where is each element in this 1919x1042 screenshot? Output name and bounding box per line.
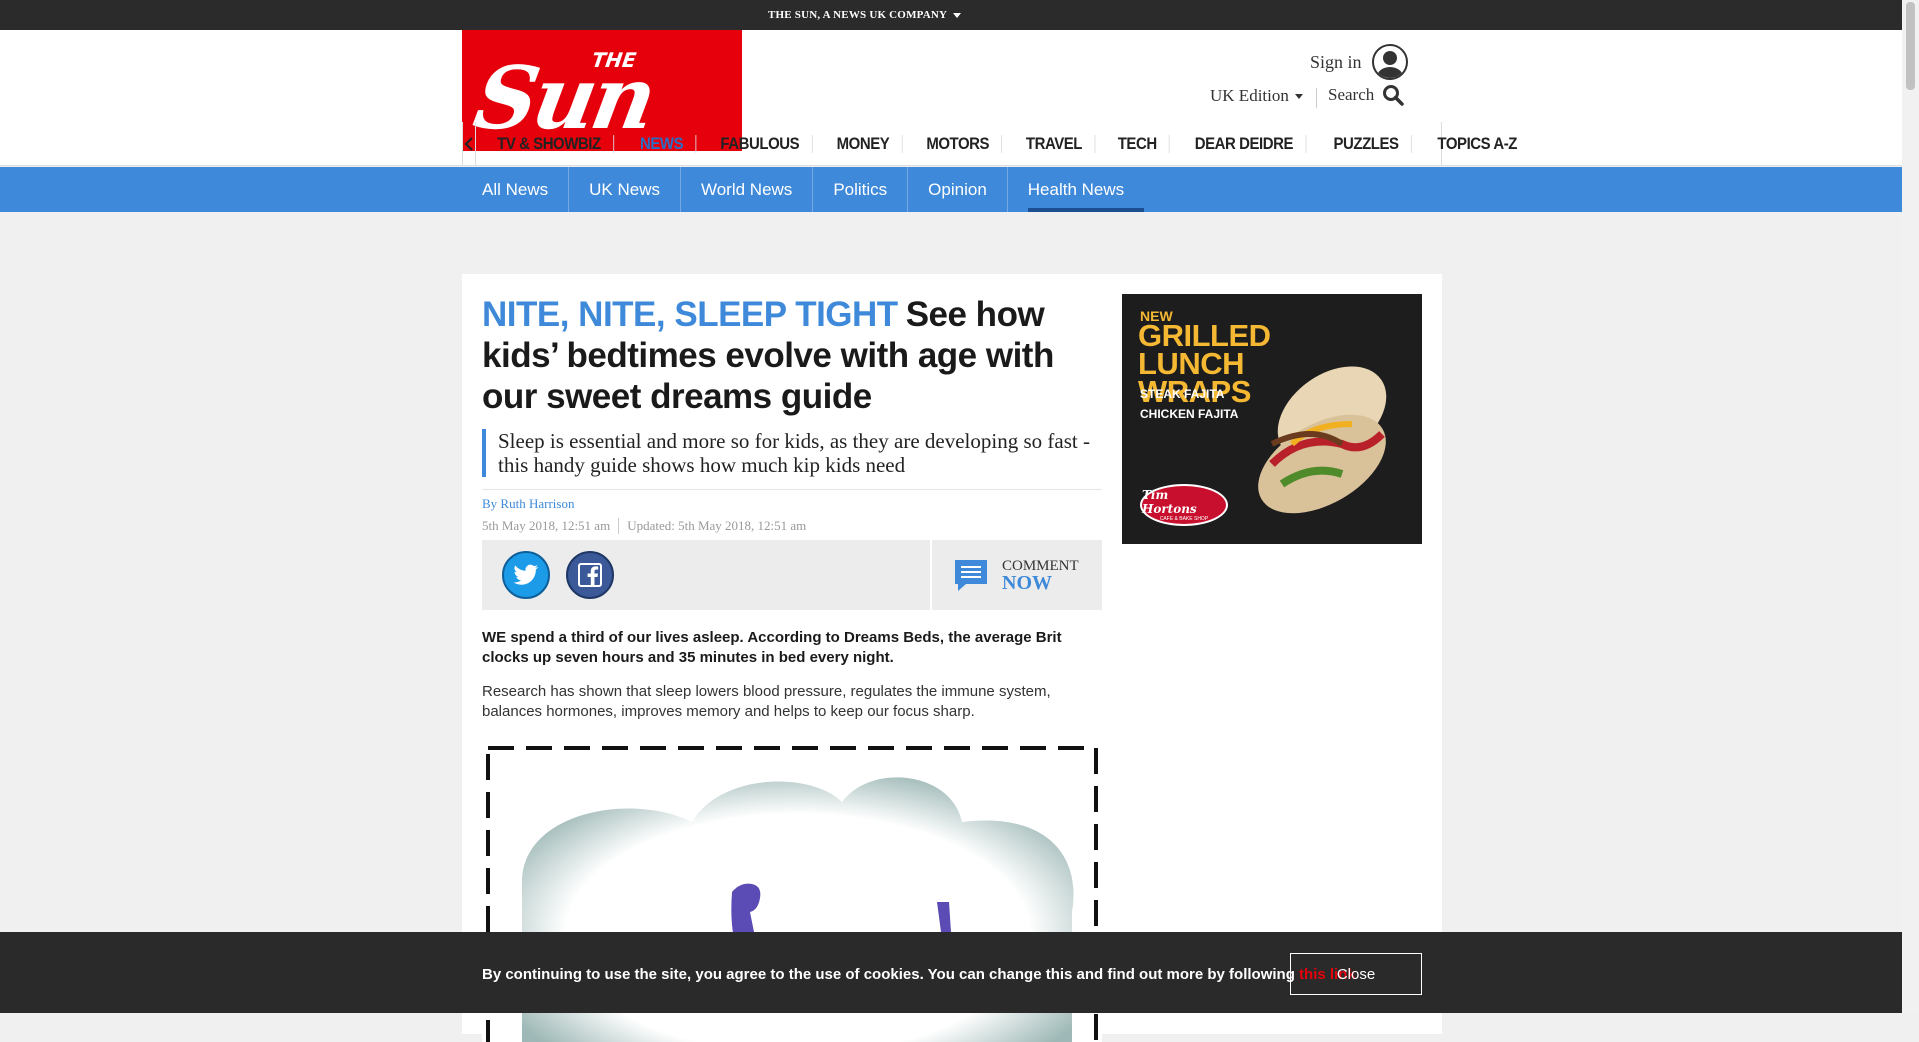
sign-in-button[interactable]: Sign in [1310,44,1408,80]
ad-brand-name: Tim Hortons [1142,488,1197,516]
nav-item-puzzles[interactable]: PUZZLES [1321,135,1412,153]
twitter-share-button[interactable] [502,551,550,599]
byline-prefix: By [482,496,501,511]
article-lead: WE spend a third of our lives asleep. Ac… [482,629,1062,666]
chevron-left-icon [464,137,473,151]
nav-item-news[interactable]: NEWS [627,135,697,153]
subnav-uk-news[interactable]: UK News [568,167,680,212]
subnav-opinion[interactable]: Opinion [907,167,1007,212]
nav-item-motors[interactable]: MOTORS [914,135,1003,153]
header-divider [1316,88,1317,108]
article-standfirst: Sleep is essential and more so for kids,… [482,429,1102,477]
author-link[interactable]: Ruth Harrison [500,496,574,511]
article-paragraph: Research has shown that sleep lowers blo… [482,683,1051,720]
ad-item-steak: STEAK FAJITA [1140,387,1225,401]
subnav-politics[interactable]: Politics [812,167,907,212]
site-header: THE Sun Sign in UK Edition Search TV & S… [0,30,1902,166]
scrollbar-thumb[interactable] [1906,2,1915,90]
user-avatar-icon [1371,44,1408,80]
company-dropdown[interactable]: THE SUN, A NEWS UK COMPANY [768,9,962,21]
cookie-banner: By continuing to use the site, you agree… [0,932,1902,1013]
nav-item-tech[interactable]: TECH [1106,135,1171,153]
sign-in-label: Sign in [1310,51,1362,72]
nav-item-money[interactable]: MONEY [825,135,903,153]
article: NITE, NITE, SLEEP TIGHT See how kids’ bed… [482,294,1102,1042]
edition-selector[interactable]: UK Edition [1210,86,1303,106]
page-scrollbar[interactable] [1902,0,1919,1013]
nav-item-fabulous[interactable]: FABULOUS [708,135,813,153]
company-label: THE SUN, A NEWS UK COMPANY [768,9,948,21]
caret-down-icon [953,12,962,18]
main-content: NITE, NITE, SLEEP TIGHT See how kids’ bed… [462,274,1442,1042]
main-nav: TV & SHOWBIZ NEWS FABULOUS MONEY MOTORS … [462,122,1517,166]
cookie-text: By continuing to use the site, you agree… [482,966,1300,983]
byline: By Ruth Harrison [482,496,1102,512]
headline-kicker: NITE, NITE, SLEEP TIGHT [482,295,898,334]
ad-brand-sub: CAFE & BAKE SHOP [1159,516,1209,522]
nav-item-topics-az[interactable]: TOPICS A-Z [1425,135,1529,153]
subnav-health-news[interactable]: Health News [1006,167,1145,212]
subnav-world-news[interactable]: World News [679,167,812,212]
advertisement[interactable]: NEW GRILLED LUNCH WRAPS STEAK FAJITA CHI… [1122,294,1422,544]
article-dates: 5th May 2018, 12:51 am Updated: 5th May … [482,518,1102,534]
search-label: Search [1328,85,1375,104]
comment-now-label: NOW [1002,572,1052,594]
nav-item-dear-deidre[interactable]: DEAR DEIDRE [1183,135,1307,153]
edition-label: UK Edition [1210,86,1289,105]
published-date: 5th May 2018, 12:51 am [482,518,620,534]
ad-item-chicken: CHICKEN FAJITA [1140,407,1239,421]
sub-nav: All News UK News World News Politics Opi… [0,167,1902,212]
facebook-icon [578,563,602,587]
article-headline: NITE, NITE, SLEEP TIGHT See how kids’ bed… [482,294,1102,417]
facebook-share-button[interactable] [566,551,614,599]
ad-menu-items: STEAK FAJITA CHICKEN FAJITA [1140,384,1238,424]
cookie-close-button[interactable]: Close [1290,953,1422,995]
search-icon [1383,85,1405,106]
share-bar: COMMENT NOW [482,540,1102,610]
nav-item-tv-showbiz[interactable]: TV & SHOWBIZ [485,135,614,153]
nav-item-travel[interactable]: TRAVEL [1014,135,1096,153]
search-button[interactable]: Search [1328,84,1405,106]
twitter-icon [513,564,539,585]
nav-back-button[interactable] [463,122,476,166]
cookie-message: By continuing to use the site, you agree… [482,966,1356,983]
tim-hortons-logo: Tim Hortons CAFE & BAKE SHOP [1140,484,1228,526]
top-bar: THE SUN, A NEWS UK COMPANY [0,0,1902,30]
meta-divider [482,489,1102,490]
updated-date: Updated: 5th May 2018, 12:51 am [627,518,807,533]
comment-icon [955,560,987,591]
comment-now-button[interactable]: COMMENT NOW [932,540,1102,610]
caret-down-icon [1294,93,1303,99]
subnav-all-news[interactable]: All News [482,167,568,212]
